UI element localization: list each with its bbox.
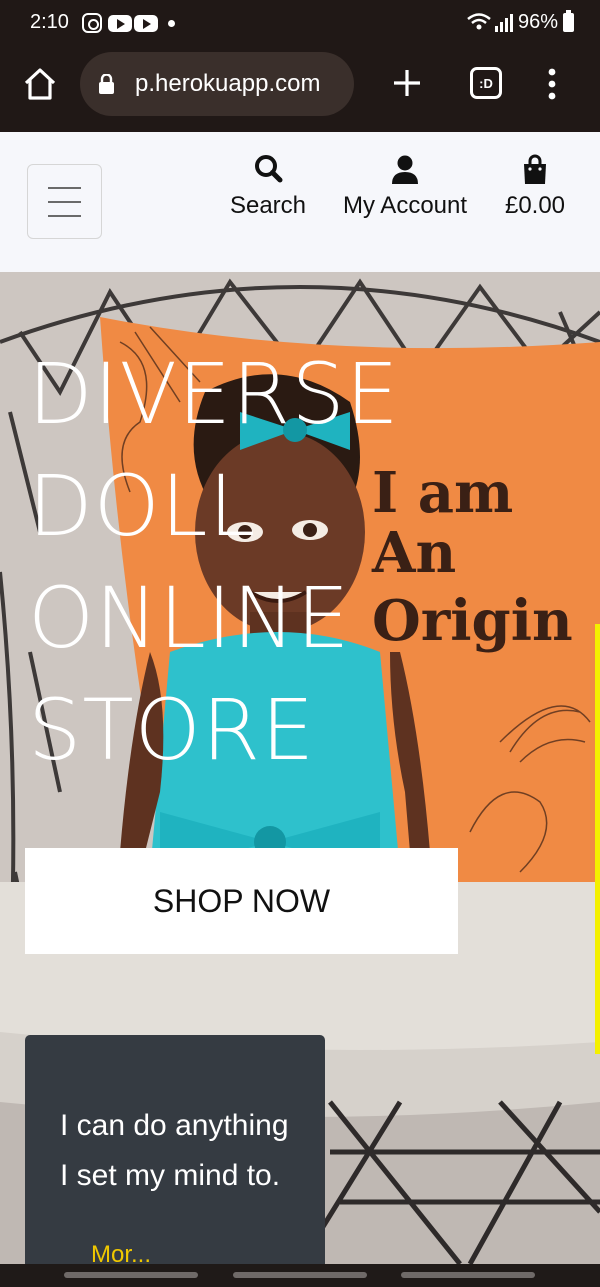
menu-toggle-button[interactable] <box>27 164 102 239</box>
shop-now-button[interactable]: SHOP NOW <box>25 848 458 954</box>
quote-more-link[interactable]: Mor... <box>91 1241 151 1264</box>
signal-icon <box>495 14 513 32</box>
pillow-line: Origin <box>372 588 573 654</box>
nav-search[interactable]: Search <box>226 152 310 220</box>
battery-icon <box>563 10 574 32</box>
plus-icon[interactable] <box>392 68 422 98</box>
address-bar[interactable]: p.herokuapp.com <box>80 52 354 116</box>
bag-total: £0.00 <box>504 192 566 219</box>
youtube-icon <box>134 15 158 32</box>
status-bar: 2:10 96% <box>0 0 600 48</box>
nav-search-label: Search <box>229 192 307 219</box>
site-header: Search My Account £0.00 <box>0 132 600 272</box>
hero-title: DIVERSE DOLL ONLINE STORE <box>28 345 400 779</box>
quote-card: I can do anything I set my mind to. Mor.… <box>25 1035 325 1264</box>
gesture-handle[interactable] <box>64 1272 198 1278</box>
tabs-button[interactable]: :D <box>470 67 502 99</box>
notification-dot-icon <box>168 20 175 27</box>
browser-toolbar: p.herokuapp.com :D <box>0 48 600 132</box>
gesture-handle[interactable] <box>233 1272 367 1278</box>
quote-text: I can do anything I set my mind to. <box>60 1109 289 1192</box>
scrollbar[interactable] <box>595 624 600 1054</box>
url-text: p.herokuapp.com <box>135 70 321 97</box>
home-icon[interactable] <box>22 66 58 102</box>
gesture-handle[interactable] <box>401 1272 535 1278</box>
hero-section: I am An Origin DIVERSE DOLL ONLINE STORE… <box>0 272 600 1264</box>
more-vert-icon[interactable] <box>542 66 562 102</box>
instagram-icon <box>82 13 102 33</box>
lock-icon <box>99 74 114 94</box>
user-icon <box>392 155 418 184</box>
tabs-label: :D <box>479 75 493 91</box>
nav-account-label: My Account <box>342 192 468 219</box>
hamburger-line <box>48 187 81 189</box>
battery-level: 96% <box>518 11 559 33</box>
search-icon <box>255 155 283 183</box>
nav-my-account[interactable]: My Account <box>334 152 476 220</box>
hamburger-line <box>48 201 81 203</box>
status-time: 2:10 <box>30 11 69 33</box>
system-navigation-bar <box>0 1264 600 1287</box>
nav-bag[interactable]: £0.00 <box>498 152 572 220</box>
wifi-icon <box>467 13 491 30</box>
hamburger-line <box>48 215 81 217</box>
shopping-bag-icon <box>524 154 546 184</box>
youtube-icon <box>108 15 132 32</box>
